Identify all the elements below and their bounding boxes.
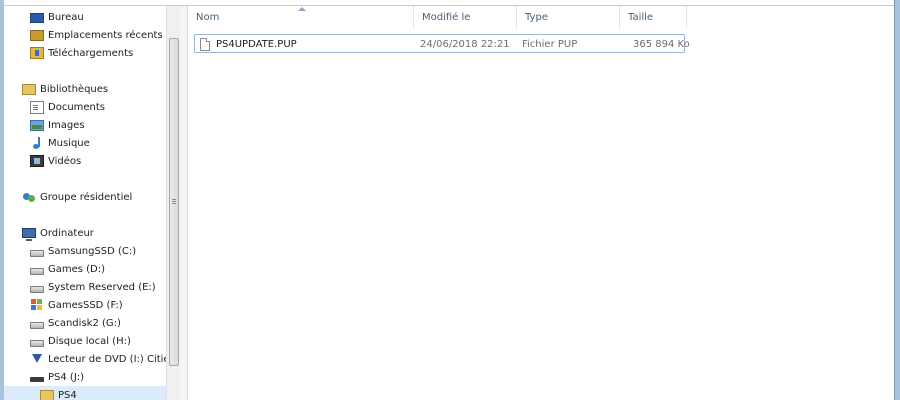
grip-line: [172, 201, 176, 202]
scrollbar-thumb[interactable]: [169, 38, 179, 366]
column-header-name[interactable]: Nom: [188, 6, 414, 28]
column-header-label: Modifié le: [422, 11, 471, 23]
nav-item-label: PS4: [58, 389, 77, 400]
sort-ascending-icon: [298, 7, 306, 11]
column-header-modified[interactable]: Modifié le: [414, 6, 517, 28]
file-name: PS4UPDATE.PUP: [216, 39, 297, 50]
nav-item-label: Vidéos: [48, 155, 82, 167]
nav-item-drive-j[interactable]: PS4 (J:): [30, 368, 84, 386]
nav-item-ps4-folder[interactable]: PS4: [4, 386, 166, 400]
file-modified: 24/06/2018 22:21: [420, 39, 510, 50]
nav-item-label: Musique: [48, 137, 90, 149]
libraries-icon: [22, 83, 36, 95]
nav-item-videos[interactable]: Vidéos: [30, 152, 81, 170]
nav-item-label: GamesSSD (F:): [48, 299, 123, 311]
nav-item-label: Groupe résidentiel: [40, 191, 133, 203]
videos-icon: [30, 155, 44, 167]
nav-item-drive-h[interactable]: Disque local (H:): [30, 332, 131, 350]
nav-item-label: Téléchargements: [48, 47, 134, 59]
file-name-cell: PS4UPDATE.PUP: [200, 35, 297, 54]
nav-item-homegroup[interactable]: Groupe résidentiel: [22, 188, 132, 206]
file-icon: [200, 38, 210, 51]
folder-icon: [40, 389, 54, 400]
navigation-scrollbar[interactable]: [166, 6, 180, 400]
homegroup-icon: [22, 190, 36, 204]
grip-line: [172, 199, 176, 200]
drive-icon: [30, 267, 44, 275]
computer-icon: [22, 228, 36, 241]
nav-item-label: SamsungSSD (C:): [48, 245, 137, 257]
nav-item-bureau[interactable]: Bureau: [30, 8, 84, 26]
nav-item-label: PS4 (J:): [48, 371, 85, 383]
nav-item-label: Games (D:): [48, 263, 106, 275]
nav-item-label: Emplacements récents: [48, 29, 163, 41]
window-frame-right: [894, 0, 900, 400]
nav-item-label: Scandisk2 (G:): [48, 317, 121, 329]
column-header-size[interactable]: Taille: [620, 6, 687, 28]
nav-item-drive-e[interactable]: System Reserved (E:): [30, 278, 156, 296]
downloads-icon: [30, 47, 44, 59]
nav-item-drive-f[interactable]: GamesSSD (F:): [30, 296, 123, 314]
nav-item-drive-g[interactable]: Scandisk2 (G:): [30, 314, 121, 332]
nav-item-dvd-i[interactable]: Lecteur de DVD (I:) Cities: [30, 350, 166, 368]
nav-item-drive-d[interactable]: Games (D:): [30, 260, 105, 278]
grip-line: [172, 203, 176, 204]
file-list-pane: Nom Modifié le Type Taille PS4UPDATE.PUP…: [188, 6, 894, 400]
nav-item-label: Disque local (H:): [48, 335, 131, 347]
nav-item-downloads[interactable]: Téléchargements: [30, 44, 133, 62]
drive-icon: [30, 339, 44, 347]
images-icon: [30, 119, 44, 131]
nav-item-recent-places[interactable]: Emplacements récents: [30, 26, 163, 44]
dvd-drive-icon: [30, 352, 44, 366]
file-size: 365 894 Ko: [633, 39, 690, 50]
drive-icon: [30, 285, 44, 293]
music-icon: [30, 136, 44, 150]
nav-item-libraries[interactable]: Bibliothèques: [22, 80, 108, 98]
nav-item-label: Lecteur de DVD (I:) Cities: [48, 353, 166, 365]
navigation-pane: Bureau Emplacements récents Téléchargeme…: [4, 6, 166, 400]
desktop-icon: [30, 12, 44, 23]
windows-drive-icon: [30, 298, 44, 312]
recent-places-icon: [30, 29, 44, 41]
drive-icon: [30, 321, 44, 329]
nav-item-computer[interactable]: Ordinateur: [22, 224, 94, 242]
nav-item-label: Bibliothèques: [40, 83, 109, 95]
column-header-label: Taille: [628, 11, 654, 23]
documents-icon: [30, 100, 44, 114]
nav-item-label: Bureau: [48, 11, 84, 23]
explorer-window: Bureau Emplacements récents Téléchargeme…: [0, 0, 900, 400]
nav-item-drive-c[interactable]: SamsungSSD (C:): [30, 242, 136, 260]
nav-item-label: Ordinateur: [40, 227, 94, 239]
nav-item-label: Documents: [48, 101, 106, 113]
column-header-label: Nom: [196, 11, 220, 23]
usb-drive-icon: [30, 377, 44, 382]
nav-item-label: System Reserved (E:): [48, 281, 156, 293]
file-row[interactable]: PS4UPDATE.PUP 24/06/2018 22:21 Fichier P…: [194, 34, 690, 54]
nav-item-label: Images: [48, 119, 85, 131]
pane-splitter[interactable]: [180, 6, 188, 400]
nav-item-images[interactable]: Images: [30, 116, 85, 134]
column-header-type[interactable]: Type: [517, 6, 620, 28]
file-type: Fichier PUP: [522, 39, 578, 50]
column-header-label: Type: [525, 11, 548, 23]
nav-item-music[interactable]: Musique: [30, 134, 90, 152]
drive-icon: [30, 249, 44, 257]
nav-item-documents[interactable]: Documents: [30, 98, 105, 116]
